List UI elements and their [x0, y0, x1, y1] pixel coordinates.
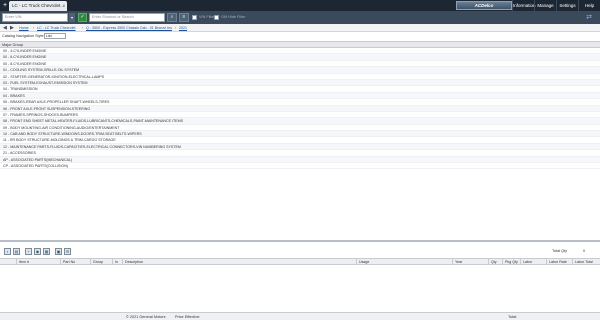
menu-manage[interactable]: Manage	[534, 0, 556, 11]
new-tab-button[interactable]: +	[2, 1, 8, 10]
tab-active[interactable]: LC - LC Truck Chevrolet... x	[9, 1, 67, 11]
tab-close-icon[interactable]: x	[63, 1, 65, 11]
parts-toolbar: ▪ ▤ + ◉ ▦ ▣ ☰ Total Qty 0	[0, 247, 600, 256]
gm-hide-checkbox[interactable]	[214, 15, 219, 20]
total-qty-value: 0	[583, 249, 586, 253]
major-group-row[interactable]: CP - ASSOCIATED PARTS(COLLISION)	[0, 163, 600, 170]
breadcrumb-model[interactable]: LC - LC Truck Chevrolet	[37, 25, 76, 31]
back-arrow-icon[interactable]: ◀	[3, 25, 7, 31]
menu-help[interactable]: Help	[578, 0, 600, 11]
add-icon[interactable]: +	[25, 248, 32, 255]
forward-arrow-icon[interactable]: ▶	[10, 25, 14, 31]
footer-total-label: Total:	[508, 315, 518, 319]
catalog-nav-label: Catalog Navigation Style	[2, 34, 44, 38]
total-qty-label: Total Qty	[552, 249, 567, 253]
parts-table-body	[0, 265, 600, 308]
menu-settings[interactable]: Settings	[556, 0, 578, 11]
vin-filter-label: VIN Filter	[199, 15, 215, 19]
cart-icon[interactable]: ◉	[34, 248, 41, 255]
image-icon[interactable]: ▣	[55, 248, 62, 255]
panel-splitter[interactable]	[0, 240, 600, 242]
list-icon[interactable]: ☰	[64, 248, 71, 255]
vin-input[interactable]: Enter VIN	[2, 13, 68, 22]
brand-logo: ACDelco	[456, 1, 512, 10]
search-toolbar: Enter VIN ▾ ✓ Enter Shortcut or Search ⌕…	[0, 11, 600, 24]
sync-icon[interactable]: ⇄	[582, 13, 596, 22]
tab-title: LC - LC Truck Chevrolet...	[12, 3, 65, 8]
menu-information[interactable]: Information	[512, 0, 536, 11]
export-icon[interactable]: ▦	[43, 248, 50, 255]
search-icon[interactable]: ⌕	[167, 13, 177, 22]
filter-icon[interactable]: ≡	[179, 13, 189, 22]
vin-filter-checkbox[interactable]	[192, 15, 197, 20]
copyright-text: © 2021 General Motors	[126, 315, 166, 319]
catalog-nav-style: Catalog Navigation Style List	[0, 32, 600, 40]
chevron-down-icon[interactable]: ▾	[69, 13, 75, 22]
price-effective-label: Price Effective:	[175, 315, 201, 319]
breadcrumb-home[interactable]: Home	[19, 25, 29, 31]
top-tab-bar: + LC - LC Truck Chevrolet... x ACDelco I…	[0, 0, 600, 11]
breadcrumb-vehicle[interactable]: Q - 3500 - Express 3500 Chassis Cab - 01…	[86, 25, 172, 31]
breadcrumb-year[interactable]: 2021	[179, 25, 187, 31]
print-icon[interactable]: ▤	[13, 248, 20, 255]
major-group-table: Major Group 00 - 4-CYLINDER ENGINE 00 - …	[0, 41, 600, 240]
go-icon[interactable]: ✓	[78, 13, 87, 22]
catalog-nav-select[interactable]: List	[44, 33, 66, 39]
parts-table-header: Item # Part No Group In Description Usag…	[0, 258, 600, 265]
save-icon[interactable]: ▪	[4, 248, 11, 255]
footer-bar: © 2021 General Motors Price Effective: T…	[0, 312, 600, 320]
search-input[interactable]: Enter Shortcut or Search	[89, 13, 165, 22]
breadcrumb: ◀ ▶ Home › LC - LC Truck Chevrolet › Q -…	[0, 24, 600, 32]
gm-hide-label: GM Hide Filter	[221, 15, 246, 19]
